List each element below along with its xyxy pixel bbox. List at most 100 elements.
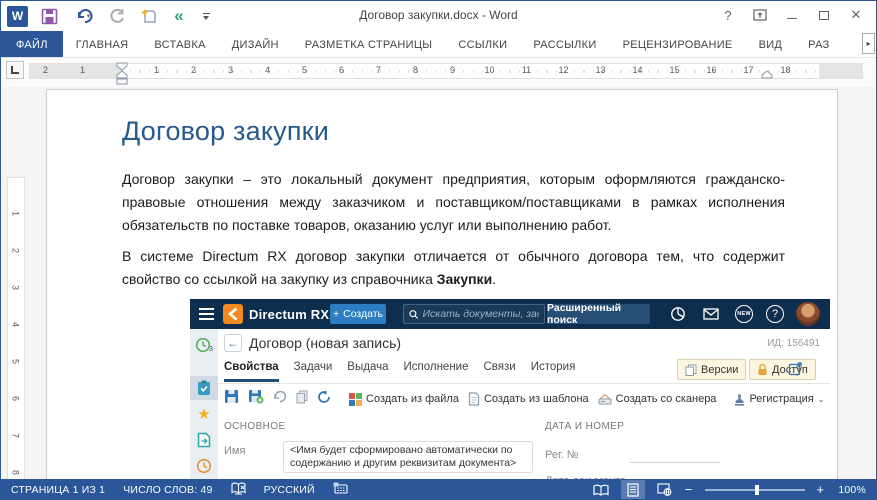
- ribbon-tab[interactable]: РЕЦЕНЗИРОВАНИЕ: [610, 31, 746, 58]
- document-paragraph[interactable]: В системе Directum RX договор закупки от…: [122, 245, 785, 291]
- print-layout-glyph: [627, 483, 639, 497]
- create-from-file-button[interactable]: Создать из файла: [349, 393, 459, 406]
- ribbon-tab[interactable]: РАССЫЛКИ: [520, 31, 609, 58]
- access-button[interactable]: Доступ: [749, 359, 816, 380]
- ribbon-tab[interactable]: РАЗМЕТКА СТРАНИЦЫ: [292, 31, 446, 58]
- menu-icon[interactable]: [199, 308, 214, 323]
- create-from-template-button[interactable]: Создать из шаблона: [468, 392, 589, 406]
- print-layout-button[interactable]: [621, 480, 645, 499]
- undo-glyph: [273, 391, 287, 403]
- zoom-slider[interactable]: [705, 489, 805, 491]
- ribbon-tab[interactable]: ДИЗАЙН: [219, 31, 292, 58]
- document-heading[interactable]: Договор закупки: [122, 116, 329, 147]
- record-tab[interactable]: Связи: [484, 361, 516, 382]
- web-layout-button[interactable]: [653, 480, 677, 499]
- reg-number-input[interactable]: [630, 462, 720, 463]
- help-button[interactable]: ?: [714, 3, 742, 27]
- user-avatar[interactable]: [796, 302, 820, 326]
- tab-stop-glyph: [11, 66, 19, 74]
- maximize-glyph: [819, 11, 829, 20]
- copy-icon[interactable]: [296, 390, 308, 409]
- undo-icon[interactable]: [273, 390, 287, 408]
- minimize-button[interactable]: [778, 3, 806, 27]
- help-icon[interactable]: ?: [766, 305, 784, 323]
- envelope-glyph: [703, 308, 719, 320]
- close-button[interactable]: ✕: [842, 3, 870, 27]
- read-mode-button[interactable]: [589, 480, 613, 499]
- record-tab[interactable]: Задачи: [294, 361, 333, 382]
- record-tabs: Свойства Задачи Выдача Исполнение Связи Истор…: [224, 361, 575, 382]
- ribbon-tab[interactable]: ССЫЛКИ: [445, 31, 520, 58]
- record-tab[interactable]: История: [531, 361, 576, 382]
- floppy-glyph: [224, 389, 239, 404]
- back-button[interactable]: ←: [224, 334, 242, 352]
- whats-new-icon[interactable]: NEW: [735, 305, 753, 323]
- versions-glyph: [685, 364, 697, 376]
- create-from-scanner-button[interactable]: Создать со сканера: [598, 393, 717, 406]
- ribbon-tab[interactable]: ВИД: [746, 31, 796, 58]
- ribbon-tab[interactable]: ФАЙЛ: [1, 31, 63, 58]
- embedded-screenshot-directum[interactable]: Directum RX + Создать Искать документы, …: [190, 299, 830, 479]
- section-date-label: ДАТА И НОМЕР: [545, 421, 624, 432]
- ruler-number: 11: [508, 65, 545, 75]
- sidebar-favorites-icon[interactable]: ★: [190, 402, 218, 426]
- record-tab[interactable]: Выдача: [347, 361, 388, 382]
- create-button[interactable]: + Создать: [330, 304, 386, 324]
- ribbon-tab-list: ФАЙЛГЛАВНАЯВСТАВКАДИЗАЙНРАЗМЕТКА СТРАНИЦ…: [1, 31, 843, 58]
- sidebar-tasks-icon[interactable]: [190, 376, 218, 400]
- ribbon-tab-row: ФАЙЛГЛАВНАЯВСТАВКАДИЗАЙНРАЗМЕТКА СТРАНИЦ…: [1, 31, 876, 58]
- ribbon-tab-overflow-arrow[interactable]: ▸: [862, 33, 875, 54]
- sidebar-documents-icon[interactable]: [190, 428, 218, 452]
- name-field-input[interactable]: <Имя будет сформировано автоматически по…: [283, 441, 533, 473]
- mail-icon[interactable]: [702, 305, 720, 323]
- proofing-book-glyph: [231, 482, 246, 495]
- open-in-window-icon[interactable]: [788, 361, 803, 381]
- save-and-close-icon[interactable]: [248, 389, 264, 409]
- advanced-search-button[interactable]: Расширенный поиск: [547, 304, 650, 324]
- minimize-glyph: [787, 18, 797, 19]
- registration-button[interactable]: Регистрация ⌄: [734, 393, 824, 406]
- proofing-errors-icon[interactable]: [231, 482, 246, 498]
- zoom-slider-thumb[interactable]: [755, 485, 759, 495]
- indent-markers[interactable]: [116, 62, 128, 86]
- ribbon-tab[interactable]: РАЗ: [795, 31, 842, 58]
- ruler-number: 1: [2, 206, 35, 222]
- statistics-icon[interactable]: [669, 305, 687, 323]
- language-indicator[interactable]: РУССКИЙ: [264, 484, 315, 496]
- ribbon-tab[interactable]: ВСТАВКА: [141, 31, 218, 58]
- office-grid-icon: [349, 393, 362, 406]
- floppy-plus-glyph: [248, 389, 264, 404]
- directum-logo-icon[interactable]: [223, 304, 243, 324]
- ruler-numbers: 123456789101112131415161718: [138, 65, 804, 75]
- record-tab[interactable]: Свойства: [224, 361, 279, 382]
- ruler-number: 1: [138, 65, 175, 75]
- sidebar-recent-icon[interactable]: 3: [190, 333, 218, 357]
- ruler-right-margin: [819, 64, 863, 78]
- zoom-out-button[interactable]: −: [685, 485, 693, 495]
- ruler-number: 12: [545, 65, 582, 75]
- record-tab[interactable]: Исполнение: [403, 361, 468, 382]
- refresh-icon[interactable]: [317, 390, 331, 409]
- ruler-margin-numbers: 21: [27, 65, 101, 75]
- template-doc-icon: [468, 392, 480, 406]
- copy-glyph: [296, 390, 308, 404]
- zoom-in-button[interactable]: +: [817, 485, 825, 495]
- word-count[interactable]: ЧИСЛО СЛОВ: 49: [123, 484, 212, 496]
- ruler-number: 3: [212, 65, 249, 75]
- ribbon-tab[interactable]: ГЛАВНАЯ: [63, 31, 142, 58]
- versions-button[interactable]: Версии: [677, 359, 746, 380]
- save-record-icon[interactable]: [224, 389, 239, 409]
- maximize-button[interactable]: [810, 3, 838, 27]
- page-count[interactable]: СТРАНИЦА 1 ИЗ 1: [11, 484, 105, 496]
- document-page[interactable]: Договор закупки Договор закупки – это ло…: [46, 89, 838, 479]
- vertical-ruler: 12345678910: [7, 177, 25, 479]
- record-id: ИД: 156491: [767, 338, 820, 349]
- ribbon-display-options-button[interactable]: [746, 3, 774, 27]
- search-input[interactable]: Искать документы, зада...: [403, 304, 545, 324]
- tab-stop-selector[interactable]: [6, 61, 24, 79]
- right-indent-marker[interactable]: [761, 70, 773, 79]
- macro-record-icon[interactable]: [333, 482, 348, 497]
- refresh-glyph: [317, 390, 331, 404]
- document-paragraph[interactable]: Договор закупки – это локальный документ…: [122, 168, 785, 237]
- zoom-level[interactable]: 100%: [838, 484, 866, 496]
